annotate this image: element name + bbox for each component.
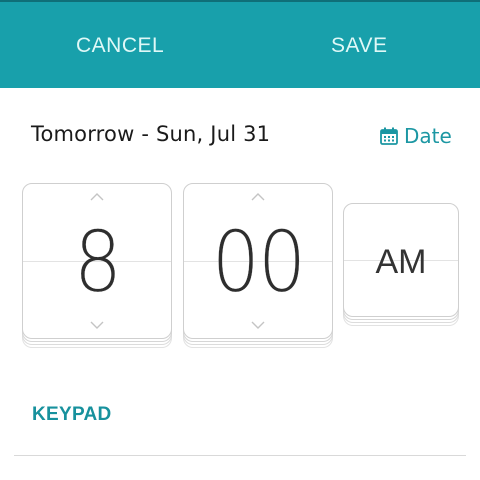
meridiem-toggle[interactable]: AM <box>343 203 459 317</box>
meridiem-value: AM <box>375 243 427 281</box>
cancel-button[interactable]: CANCEL <box>76 24 164 68</box>
calendar-icon <box>380 127 398 145</box>
chevron-up-icon[interactable] <box>89 192 105 202</box>
alarm-time-screen: CANCEL SAVE Tomorrow - Sun, Jul 31 Date … <box>0 0 480 480</box>
action-bar: CANCEL SAVE <box>0 0 480 88</box>
chevron-up-icon[interactable] <box>250 192 266 202</box>
date-label: Tomorrow - Sun, Jul 31 <box>31 122 271 146</box>
hour-value: 8 <box>73 213 122 311</box>
keypad-button[interactable]: KEYPAD <box>32 404 112 426</box>
minute-value: 00 <box>211 213 307 311</box>
chevron-down-icon[interactable] <box>89 320 105 330</box>
divider <box>14 455 466 456</box>
date-button-label: Date <box>404 124 452 148</box>
date-button[interactable]: Date <box>380 122 452 150</box>
chevron-down-icon[interactable] <box>250 320 266 330</box>
save-button[interactable]: SAVE <box>331 24 387 68</box>
minute-picker[interactable]: 00 <box>183 183 333 339</box>
hour-picker[interactable]: 8 <box>22 183 172 339</box>
